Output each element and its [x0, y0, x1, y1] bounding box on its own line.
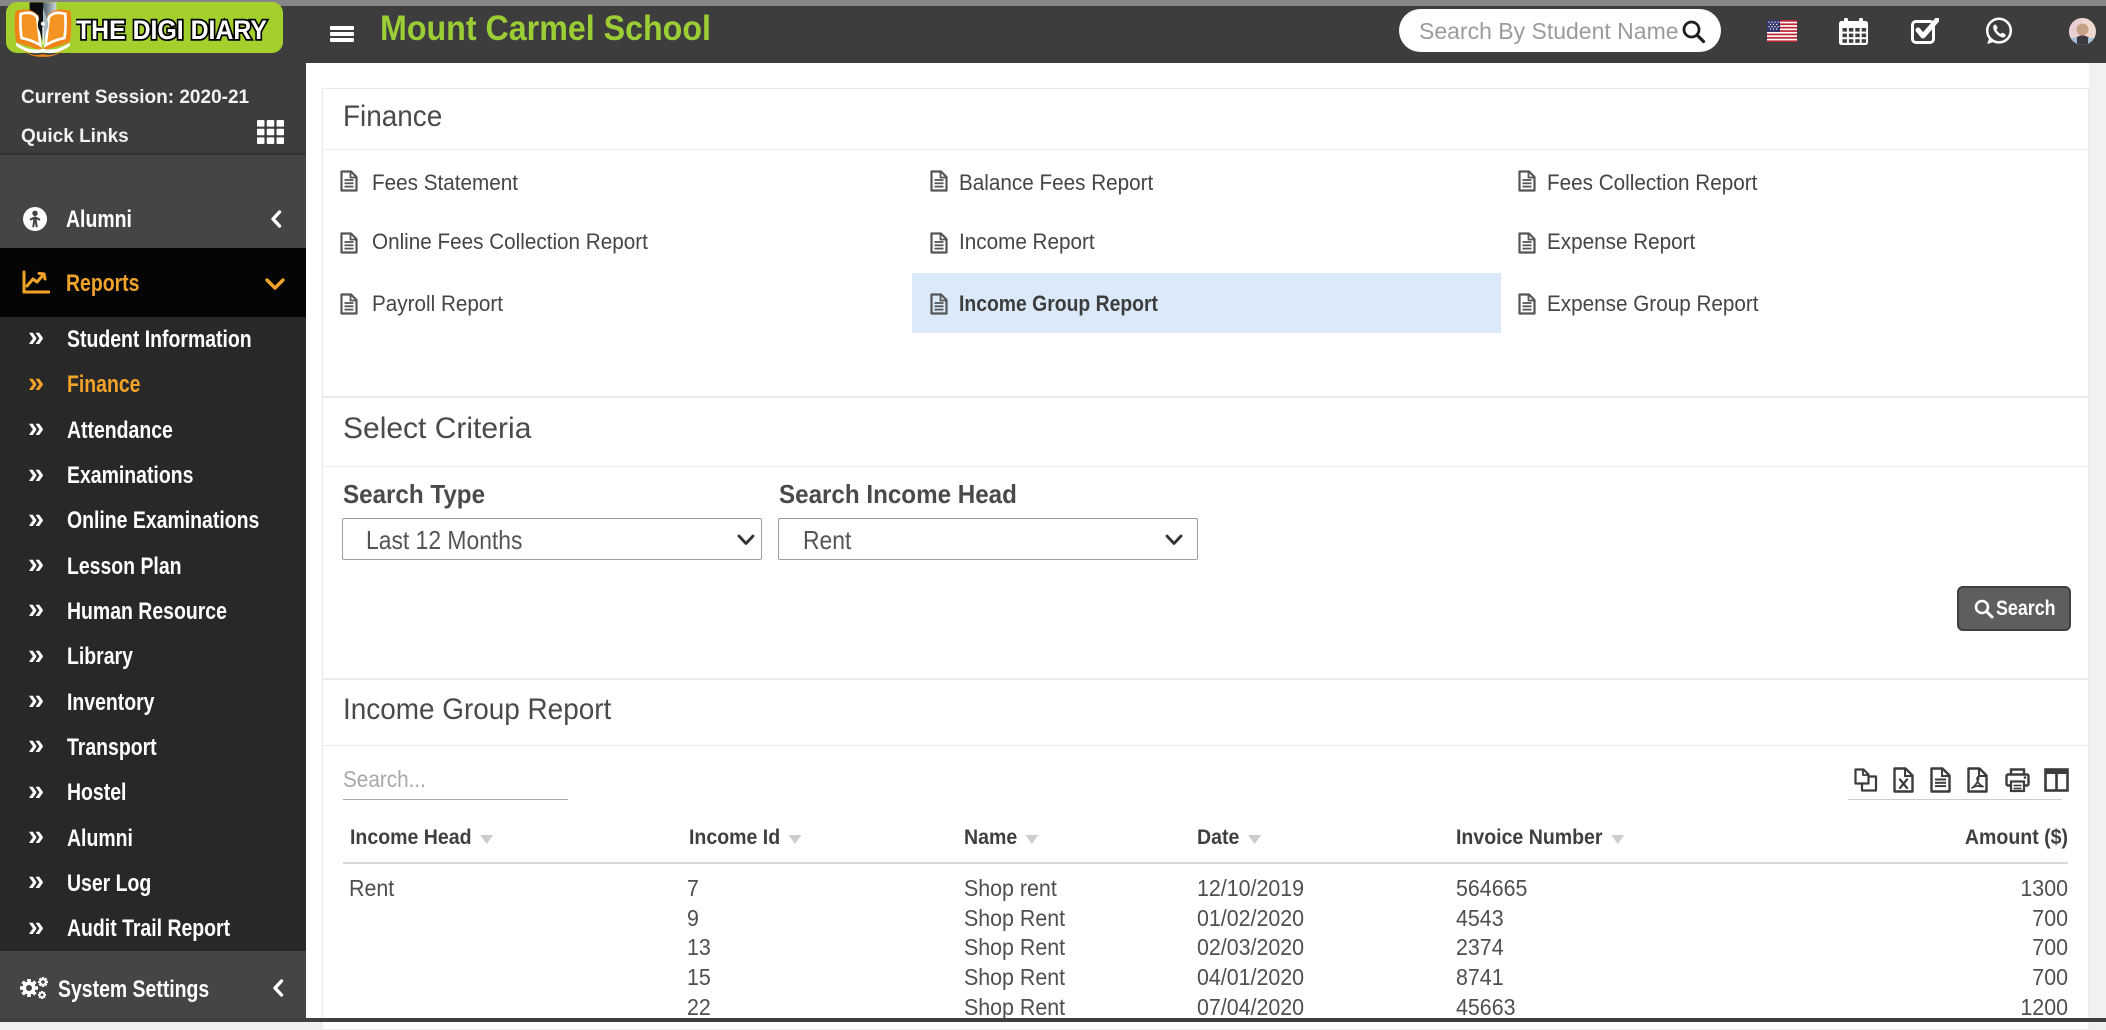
- svg-text:THE DIGI DIARY: THE DIGI DIARY: [76, 15, 267, 45]
